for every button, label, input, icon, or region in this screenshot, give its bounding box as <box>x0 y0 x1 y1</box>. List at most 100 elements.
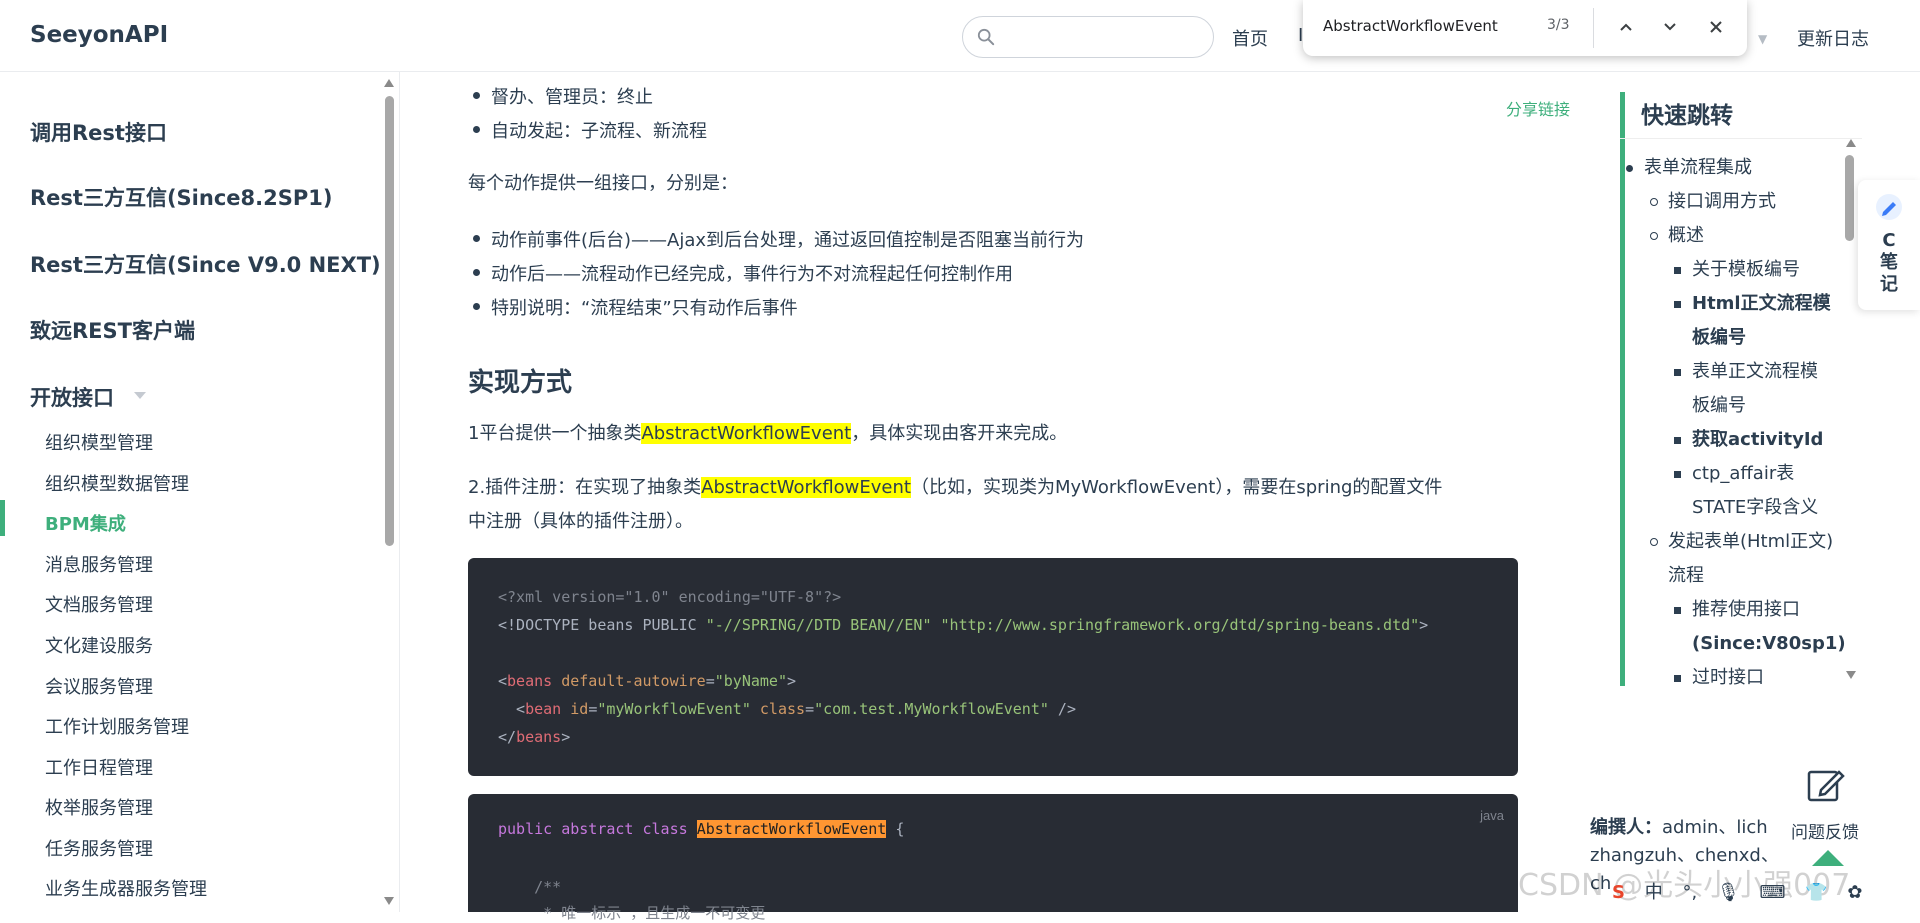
sidebar-heading-rest-client[interactable]: 致远REST客户端 <box>30 315 195 345</box>
editors-names: admin、lich <box>1662 817 1768 838</box>
toc-item-continued[interactable]: 板编号 <box>1692 321 1746 355</box>
scroll-up-icon[interactable] <box>1845 138 1857 148</box>
sidebar-heading-rest[interactable]: 调用Rest接口 <box>30 117 167 147</box>
sidebar-item-meeting[interactable]: 会议服务管理 <box>45 673 153 699</box>
toc-item[interactable]: ctp_affair表 <box>1673 457 1794 491</box>
sidebar-item-generator[interactable]: 业务生成器服务管理 <box>45 875 207 901</box>
sidebar-item-enum[interactable]: 枚举服务管理 <box>45 794 153 820</box>
feedback-button[interactable]: 问题反馈 <box>1791 818 1859 843</box>
code-token: id <box>561 700 589 718</box>
sidebar-heading-rest-trust-v9[interactable]: Rest三方互信(Since V9.0 NEXT) <box>30 249 381 279</box>
paragraph-2-post: （比如，实现类为MyWorkflowEvent），需要在spring的配置文件 <box>910 477 1443 498</box>
code-token: default-autowire <box>552 672 706 690</box>
note-icon <box>1876 194 1902 220</box>
skin-icon[interactable]: 👕 <box>1805 882 1827 903</box>
section-heading: 实现方式 <box>468 368 573 398</box>
share-link[interactable]: 分享链接 <box>1506 96 1570 120</box>
sidebar-item-org-data[interactable]: 组织模型数据管理 <box>45 470 189 496</box>
code-block-java: java public abstract class AbstractWorkf… <box>468 794 1518 922</box>
toc-item[interactable]: 概述 <box>1650 219 1704 253</box>
nav-changelog-link[interactable]: 更新日志 <box>1797 25 1869 51</box>
code-line: <?xml version="1.0" encoding="UTF-8"?> <box>498 588 841 606</box>
ime-lang-toggle[interactable]: 中 <box>1645 882 1663 903</box>
code-token: bean <box>525 700 562 718</box>
toc-item[interactable]: 发起表单(Html正文) <box>1649 525 1833 559</box>
code-line: <!DOCTYPE beans PUBLIC "-//SPRING//DTD B… <box>498 616 1428 634</box>
code-token: "com.test.MyWorkflowEvent" <box>814 700 1049 718</box>
code-language-label: java <box>1480 808 1504 823</box>
find-query-input[interactable]: AbstractWorkflowEvent <box>1323 17 1498 35</box>
code-token: { <box>886 820 905 838</box>
sidebar-item-workplan[interactable]: 工作计划服务管理 <box>45 713 189 739</box>
sidebar-item-message[interactable]: 消息服务管理 <box>45 551 153 577</box>
chevron-down-icon[interactable]: ▼ <box>1758 32 1767 46</box>
bullet-item: 特别说明：“流程结束”只有动作后事件 <box>473 294 798 320</box>
toc-item-continued[interactable]: STATE字段含义 <box>1692 491 1818 525</box>
ime-logo-icon[interactable]: S <box>1612 882 1625 903</box>
code-line: </beans> <box>498 728 570 746</box>
toc-title: 快速跳转 <box>1641 103 1733 129</box>
code-line: * 唯一标示 ，且生成一不可变更 <box>498 904 766 922</box>
sidebar-scroll-thumb[interactable] <box>385 96 394 546</box>
code-line: public abstract class AbstractWorkflowEv… <box>498 820 904 838</box>
toc-item-continued[interactable]: 板编号 <box>1692 389 1746 423</box>
toc-item[interactable]: 表单流程集成 <box>1626 151 1752 185</box>
sidebar-item-org-model[interactable]: 组织模型管理 <box>45 429 153 455</box>
code-token: <!DOCTYPE beans PUBLIC <box>498 616 706 634</box>
code-token: public abstract class <box>498 820 697 838</box>
scroll-down-icon[interactable] <box>383 896 395 906</box>
scroll-up-icon[interactable] <box>383 78 395 88</box>
code-token: beans <box>516 728 562 746</box>
search-highlight: AbstractWorkflowEvent <box>701 477 911 498</box>
code-token: > <box>561 728 571 746</box>
code-token: = <box>705 672 715 690</box>
paragraph-1-post: ，具体实现由客开来完成。 <box>851 423 1068 444</box>
sidebar-item-calendar[interactable]: 工作日程管理 <box>45 754 153 780</box>
nav-home-link[interactable]: 首页 <box>1232 25 1268 51</box>
code-token: </ <box>498 728 517 746</box>
search-icon <box>977 28 995 46</box>
bullet-item: 动作前事件(后台)——Ajax到后台处理，通过返回值控制是否阻塞当前行为 <box>472 226 1084 252</box>
paragraph-1-pre: 1平台提供一个抽象类 <box>468 423 642 444</box>
ime-punct-toggle[interactable]: °, <box>1682 882 1697 903</box>
sidebar-item-document[interactable]: 文档服务管理 <box>45 591 153 617</box>
search-input[interactable] <box>962 16 1214 58</box>
site-brand[interactable]: SeeyonAPI <box>30 22 168 48</box>
sidebar: 调用Rest接口 Rest三方互信(Since8.2SP1) Rest三方互信(… <box>0 72 400 912</box>
code-token: "myWorkflowEvent" <box>597 700 751 718</box>
toc-item[interactable]: Html正文流程模 <box>1674 287 1831 321</box>
sidebar-heading-rest-trust-82[interactable]: Rest三方互信(Since8.2SP1) <box>30 182 332 212</box>
toc-item-continued[interactable]: 流程 <box>1668 559 1704 593</box>
find-previous-button[interactable] <box>1611 12 1641 42</box>
keyboard-icon[interactable]: ⌨ <box>1760 882 1786 903</box>
toc-item-continued[interactable]: (Since:V80sp1) <box>1692 627 1846 661</box>
find-close-button[interactable] <box>1701 12 1731 42</box>
toc-scroll-thumb[interactable] <box>1845 155 1854 241</box>
paragraph-actions: 每个动作提供一组接口，分别是： <box>468 173 738 194</box>
toc-item[interactable]: 关于模板编号 <box>1674 253 1800 287</box>
note-widget[interactable]: C笔记 <box>1858 180 1920 310</box>
sidebar-item-bpm[interactable]: BPM集成 <box>45 510 126 536</box>
toc-item[interactable]: 接口调用方式 <box>1650 185 1776 219</box>
ime-toolbar: S 中 °, 🎙 ⌨ 👕 ✿ <box>1612 878 1876 908</box>
paragraph-2-line2: 中注册（具体的插件注册）。 <box>468 511 693 532</box>
microphone-icon[interactable]: 🎙 <box>1717 882 1740 903</box>
toc-list: 表单流程集成 接口调用方式 概述 关于模板编号 Html正文流程模 板编号 表单… <box>1620 138 1862 686</box>
toc-item[interactable]: 推荐使用接口 <box>1674 593 1800 627</box>
edit-icon[interactable] <box>1805 764 1847 806</box>
sidebar-heading-open-api[interactable]: 开放接口 <box>30 382 114 412</box>
code-token: <?xml version="1.0" encoding="UTF-8"?> <box>498 588 842 606</box>
sidebar-item-culture[interactable]: 文化建设服务 <box>45 632 153 658</box>
settings-icon[interactable]: ✿ <box>1847 882 1862 903</box>
code-line: <bean id="myWorkflowEvent" class="com.te… <box>498 700 1076 718</box>
sidebar-item-task[interactable]: 任务服务管理 <box>45 835 153 861</box>
toc-item[interactable]: 表单正文流程模 <box>1674 355 1818 389</box>
scroll-down-icon[interactable] <box>1845 670 1857 680</box>
chevron-down-icon[interactable] <box>134 392 146 399</box>
toc-item[interactable]: 过时接口 <box>1674 661 1764 686</box>
find-next-button[interactable] <box>1655 12 1685 42</box>
toc-item[interactable]: 获取activityId <box>1673 423 1823 457</box>
code-token: class <box>750 700 806 718</box>
code-token: < <box>498 700 526 718</box>
